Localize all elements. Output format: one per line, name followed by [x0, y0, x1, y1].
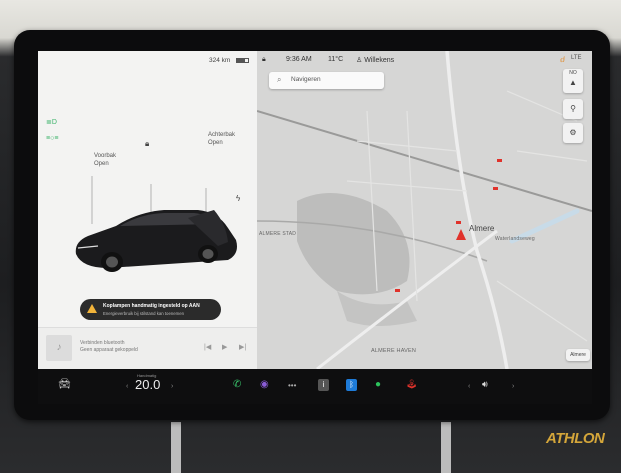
navigation-map[interactable]: ⌕ Navigeren NO ▲ ⚲ ⚙ ALMERE STAD ALMERE …: [257, 51, 592, 369]
volume-up-icon[interactable]: ›: [512, 383, 514, 390]
joystick-icon[interactable]: 🕹︎: [406, 379, 417, 390]
cabin-temperature[interactable]: 20.0: [135, 377, 160, 392]
headlight-warning[interactable]: Koplampen handmatig ingesteld op AAN Ene…: [80, 299, 221, 320]
media-source[interactable]: Verbinden bluetooth Geen apparaat gekopp…: [80, 340, 138, 354]
rear-trunk-state: Open: [208, 140, 223, 146]
touchscreen: ≣D ≡○≡ Voorbak Open Achterbak Open 🔒︎ ϟ: [38, 51, 592, 369]
vehicle-panel: ≣D ≡○≡ Voorbak Open Achterbak Open 🔒︎ ϟ: [38, 51, 257, 327]
car-icon[interactable]: 🚘︎: [58, 379, 71, 390]
next-track-icon[interactable]: ▶|: [239, 343, 246, 351]
district-label: ALMERE STAD: [259, 231, 297, 237]
parking-light-icon: ≡○≡: [46, 135, 59, 142]
media-source-hint: Geen apparaat gekoppeld: [80, 347, 138, 353]
front-trunk-label: Voorbak: [94, 153, 117, 159]
map-settings-button[interactable]: ⚙: [563, 123, 583, 143]
info-icon[interactable]: i: [318, 379, 329, 391]
compass-arrow-icon: ▲: [569, 78, 577, 87]
phone-icon[interactable]: ✆: [233, 379, 241, 390]
car-image: [75, 176, 237, 272]
rear-trunk-label: Achterbak: [208, 132, 236, 138]
bottom-dock: 🚘︎ ‹ Handmatig 20.0 › ✆ ◉ ••• i ᛒ ● 🕹︎ ‹…: [38, 369, 592, 404]
bluetooth-icon[interactable]: ᛒ: [346, 379, 357, 391]
camera-icon[interactable]: ◉: [260, 379, 269, 390]
navigate-search[interactable]: ⌕ Navigeren: [269, 72, 384, 89]
district-label: ALMERE HAVEN: [371, 348, 417, 354]
album-art-placeholder[interactable]: ♪: [46, 335, 72, 361]
headlight-icon: ≣D: [46, 119, 57, 126]
car-position-icon: [456, 229, 466, 240]
warning-subtitle: Energieverbruik bij stilstand kan toenem…: [103, 311, 184, 316]
lock-icon[interactable]: 🔒︎: [145, 139, 149, 149]
city-label: Almere: [469, 224, 495, 233]
map-pin-button[interactable]: ⚲: [563, 99, 583, 119]
play-icon[interactable]: ▶: [222, 343, 227, 351]
warning-title: Koplampen handmatig ingesteld op AAN: [103, 303, 200, 309]
athlon-watermark: ATHLON: [546, 430, 605, 447]
lte-icon: LTE: [571, 55, 582, 61]
battery-icon: [236, 58, 249, 63]
more-apps-icon[interactable]: •••: [288, 381, 296, 390]
outside-temperature: 11°C: [328, 56, 344, 63]
front-trunk-state: Open: [94, 161, 109, 167]
pin-icon: ⚲: [570, 104, 576, 113]
front-trunk-button[interactable]: Voorbak Open: [94, 152, 116, 168]
volume-down-icon[interactable]: ‹: [468, 383, 470, 390]
notification-icon[interactable]: ⅆ: [560, 56, 565, 64]
clock: 9:36 AM: [286, 56, 312, 63]
gear-icon: ⚙: [569, 128, 577, 137]
driver-profile[interactable]: ♙ Willekens: [356, 56, 394, 64]
range-readout: 324 km: [209, 57, 231, 64]
map-place-button[interactable]: Almere: [566, 349, 590, 361]
search-placeholder: Navigeren: [291, 76, 321, 83]
vent-slat: [171, 422, 181, 473]
search-icon: ⌕: [277, 75, 282, 84]
lock-status-icon[interactable]: 🔒︎: [262, 56, 266, 64]
media-player: ♪ Verbinden bluetooth Geen apparaat geko…: [38, 327, 257, 369]
user-name: Willekens: [364, 57, 395, 64]
status-bar: 324 km 🔒︎ 9:36 AM 11°C ♙ Willekens ⅆ LTE: [38, 51, 592, 73]
warning-icon: [87, 304, 97, 313]
speaker-icon[interactable]: 🔊︎: [482, 379, 488, 390]
user-icon: ♙: [356, 57, 365, 64]
rear-trunk-button[interactable]: Achterbak Open: [208, 131, 235, 147]
station-label: Waterlandseweg: [495, 236, 535, 242]
temp-down-icon[interactable]: ‹: [126, 383, 128, 390]
previous-track-icon[interactable]: |◀: [204, 343, 211, 351]
spotify-icon[interactable]: ●: [375, 379, 381, 390]
vent-slat: [441, 422, 451, 473]
map-roads: [257, 51, 592, 369]
media-source-title: Verbinden bluetooth: [80, 340, 125, 346]
temp-up-icon[interactable]: ›: [171, 383, 173, 390]
